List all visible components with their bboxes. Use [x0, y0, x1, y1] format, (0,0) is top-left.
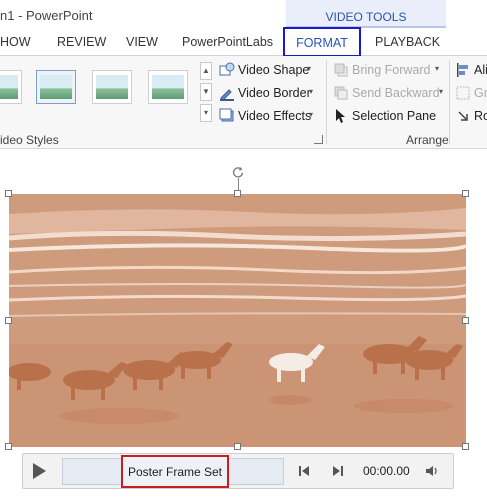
horses-beach-image: [9, 194, 466, 447]
window-title: n1 - PowerPoint: [0, 8, 93, 23]
gallery-more-button[interactable]: ▾: [200, 104, 212, 122]
media-controls-bar: Poster Frame Set 00:00.00: [22, 453, 454, 489]
video-shape-icon: [219, 62, 235, 76]
resize-handle[interactable]: [462, 190, 469, 197]
chevron-down-icon: ▾: [435, 64, 440, 73]
resize-handle[interactable]: [5, 443, 12, 450]
video-effects-label: Video Effects: [238, 109, 312, 123]
step-forward-icon[interactable]: [331, 464, 345, 478]
video-border-icon: [220, 89, 234, 101]
tab-view[interactable]: VIEW: [126, 35, 158, 49]
ribbon-tabs: HOW REVIEW VIEW PowerPointLabs PLAYBACK: [0, 30, 487, 56]
resize-handle[interactable]: [462, 317, 469, 324]
resize-handle[interactable]: [5, 190, 12, 197]
resize-handle[interactable]: [5, 317, 12, 324]
play-icon[interactable]: [33, 463, 46, 479]
tab-format[interactable]: FORMAT: [283, 27, 361, 57]
poster-frame-text: Poster Frame Set: [127, 465, 223, 479]
tab-playback[interactable]: PLAYBACK: [375, 35, 440, 49]
video-shape-label: Video Shape: [238, 63, 310, 77]
volume-icon[interactable]: [425, 464, 439, 478]
tab-slide-show[interactable]: HOW: [0, 35, 31, 49]
group-divider: [449, 60, 450, 144]
step-back-icon[interactable]: [297, 464, 311, 478]
video-style-thumbnail[interactable]: [0, 70, 22, 104]
send-backward-icon: [334, 86, 348, 100]
chevron-down-icon: ▾: [309, 110, 314, 119]
video-style-thumbnail[interactable]: [92, 70, 132, 104]
poster-frame-set-label: Poster Frame Set: [121, 455, 229, 488]
rotate-label: Ro: [474, 109, 487, 123]
group-label: Gr: [474, 86, 487, 100]
gallery-scroll-up-button[interactable]: ▲: [200, 62, 212, 80]
group-divider: [326, 60, 327, 144]
align-icon: [457, 63, 468, 77]
gallery-scroll-down-button[interactable]: ▼: [200, 83, 212, 101]
chevron-down-icon: ▾: [307, 64, 312, 73]
rotate-icon: [458, 111, 468, 121]
video-style-thumbnail[interactable]: [36, 70, 76, 104]
video-border-label: Video Border: [238, 86, 311, 100]
align-label: Ali: [474, 63, 487, 77]
group-icon: [456, 86, 470, 100]
dialog-launcher-icon[interactable]: [314, 135, 323, 144]
time-display: 00:00.00: [363, 464, 410, 478]
rotate-handle-stem: [238, 178, 239, 190]
rotate-handle-icon[interactable]: [232, 166, 244, 178]
video-styles-group-label: ideo Styles: [0, 133, 59, 147]
selection-pane-label: Selection Pane: [352, 109, 437, 123]
arrange-group-label: Arrange: [406, 133, 449, 147]
resize-handle[interactable]: [234, 443, 241, 450]
selection-pane-icon: [336, 109, 345, 123]
chevron-down-icon: ▾: [439, 87, 444, 96]
resize-handle[interactable]: [462, 443, 469, 450]
tab-format-label: FORMAT: [296, 36, 348, 50]
send-backward-label: Send Backward: [352, 86, 440, 100]
video-tools-contextual-header: VIDEO TOOLS: [286, 0, 446, 28]
ribbon-format: ▲ ▼ ▾ Video Shape ▾ Video Border ▾ Video…: [0, 56, 487, 149]
video-style-thumbnail[interactable]: [148, 70, 188, 104]
tab-review[interactable]: REVIEW: [57, 35, 106, 49]
video-effects-icon: [219, 108, 234, 122]
bring-forward-icon: [334, 63, 348, 77]
video-tools-label: VIDEO TOOLS: [325, 10, 407, 24]
video-poster-frame[interactable]: [9, 194, 466, 447]
chevron-down-icon: ▾: [309, 87, 314, 96]
tab-powerpointlabs[interactable]: PowerPointLabs: [182, 35, 273, 49]
bring-forward-label: Bring Forward: [352, 63, 431, 77]
resize-handle[interactable]: [234, 190, 241, 197]
